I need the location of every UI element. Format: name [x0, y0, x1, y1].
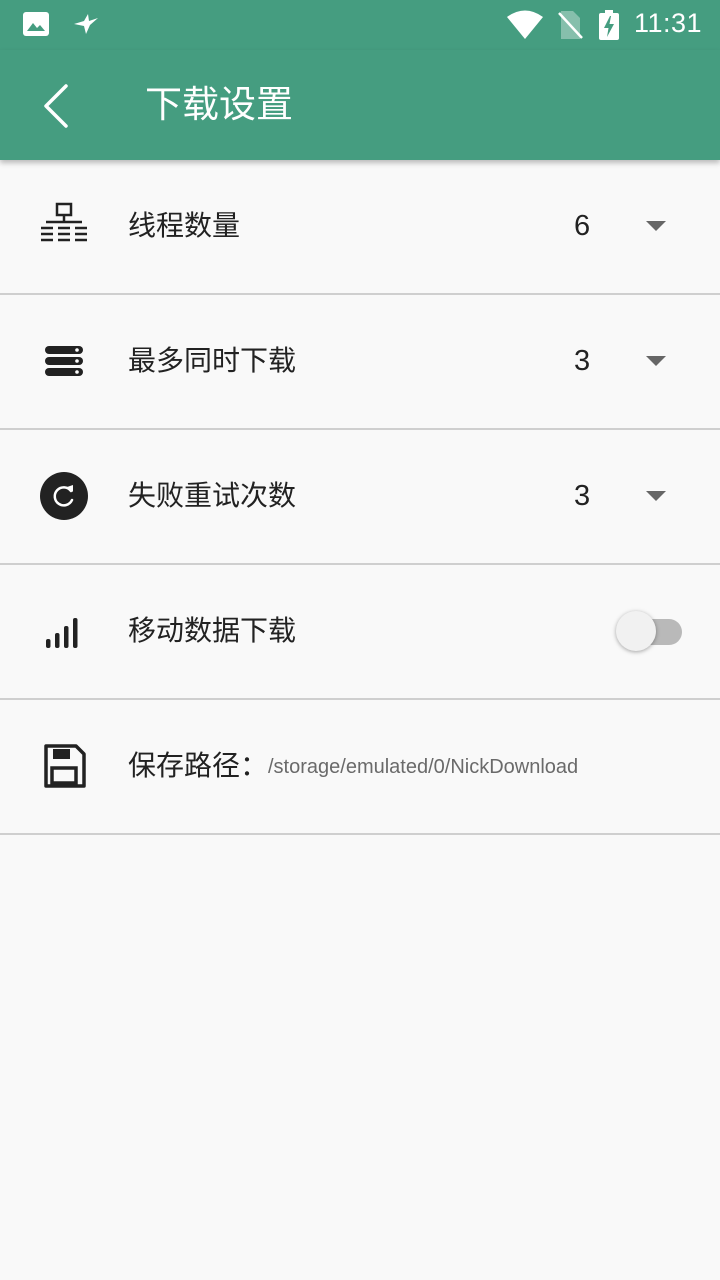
setting-label: 最多同时下载 — [128, 344, 297, 377]
save-icon — [44, 744, 86, 788]
switch-thumb — [616, 611, 656, 651]
no-sim-icon — [558, 11, 583, 39]
battery-charging-icon — [599, 10, 619, 40]
network-icon — [41, 202, 87, 242]
setting-value: 3 — [574, 480, 591, 512]
retry-icon — [40, 472, 88, 520]
dropdown-arrow-icon[interactable] — [645, 355, 667, 367]
stack-icon — [45, 346, 83, 376]
setting-retry-count[interactable]: 失败重试次数 3 — [0, 430, 720, 565]
page-title: 下载设置 — [145, 83, 293, 126]
setting-label: 保存路径： — [128, 749, 269, 782]
bird-notification-icon — [74, 14, 98, 34]
status-clock: 11:31 — [634, 8, 703, 38]
setting-label: 失败重试次数 — [128, 479, 297, 512]
setting-thread-count[interactable]: 线程数量 6 — [0, 160, 720, 295]
save-path-value: /storage/emulated/0/NickDownload — [268, 756, 579, 778]
status-bar: 11:31 — [0, 0, 720, 50]
image-notification-icon — [23, 12, 49, 36]
setting-value: 6 — [574, 210, 591, 242]
dropdown-arrow-icon[interactable] — [645, 490, 667, 502]
setting-value: 3 — [574, 345, 591, 377]
back-button[interactable] — [30, 72, 90, 138]
app-bar: 下载设置 — [0, 50, 720, 160]
dropdown-arrow-icon[interactable] — [645, 220, 667, 232]
wifi-icon — [507, 10, 543, 39]
settings-list: 线程数量 6 最多同时下载 3 失败重试次数 3 移动数据下载 保存路径： /s… — [0, 160, 720, 835]
setting-save-path[interactable]: 保存路径： /storage/emulated/0/NickDownload — [0, 700, 720, 835]
setting-label: 移动数据下载 — [128, 614, 297, 647]
chevron-left-icon — [44, 84, 68, 128]
setting-mobile-data-download[interactable]: 移动数据下载 — [0, 565, 720, 700]
setting-label: 线程数量 — [128, 209, 241, 242]
mobile-data-switch[interactable] — [616, 611, 684, 653]
signal-icon — [46, 618, 78, 648]
setting-max-concurrent-downloads[interactable]: 最多同时下载 3 — [0, 295, 720, 430]
